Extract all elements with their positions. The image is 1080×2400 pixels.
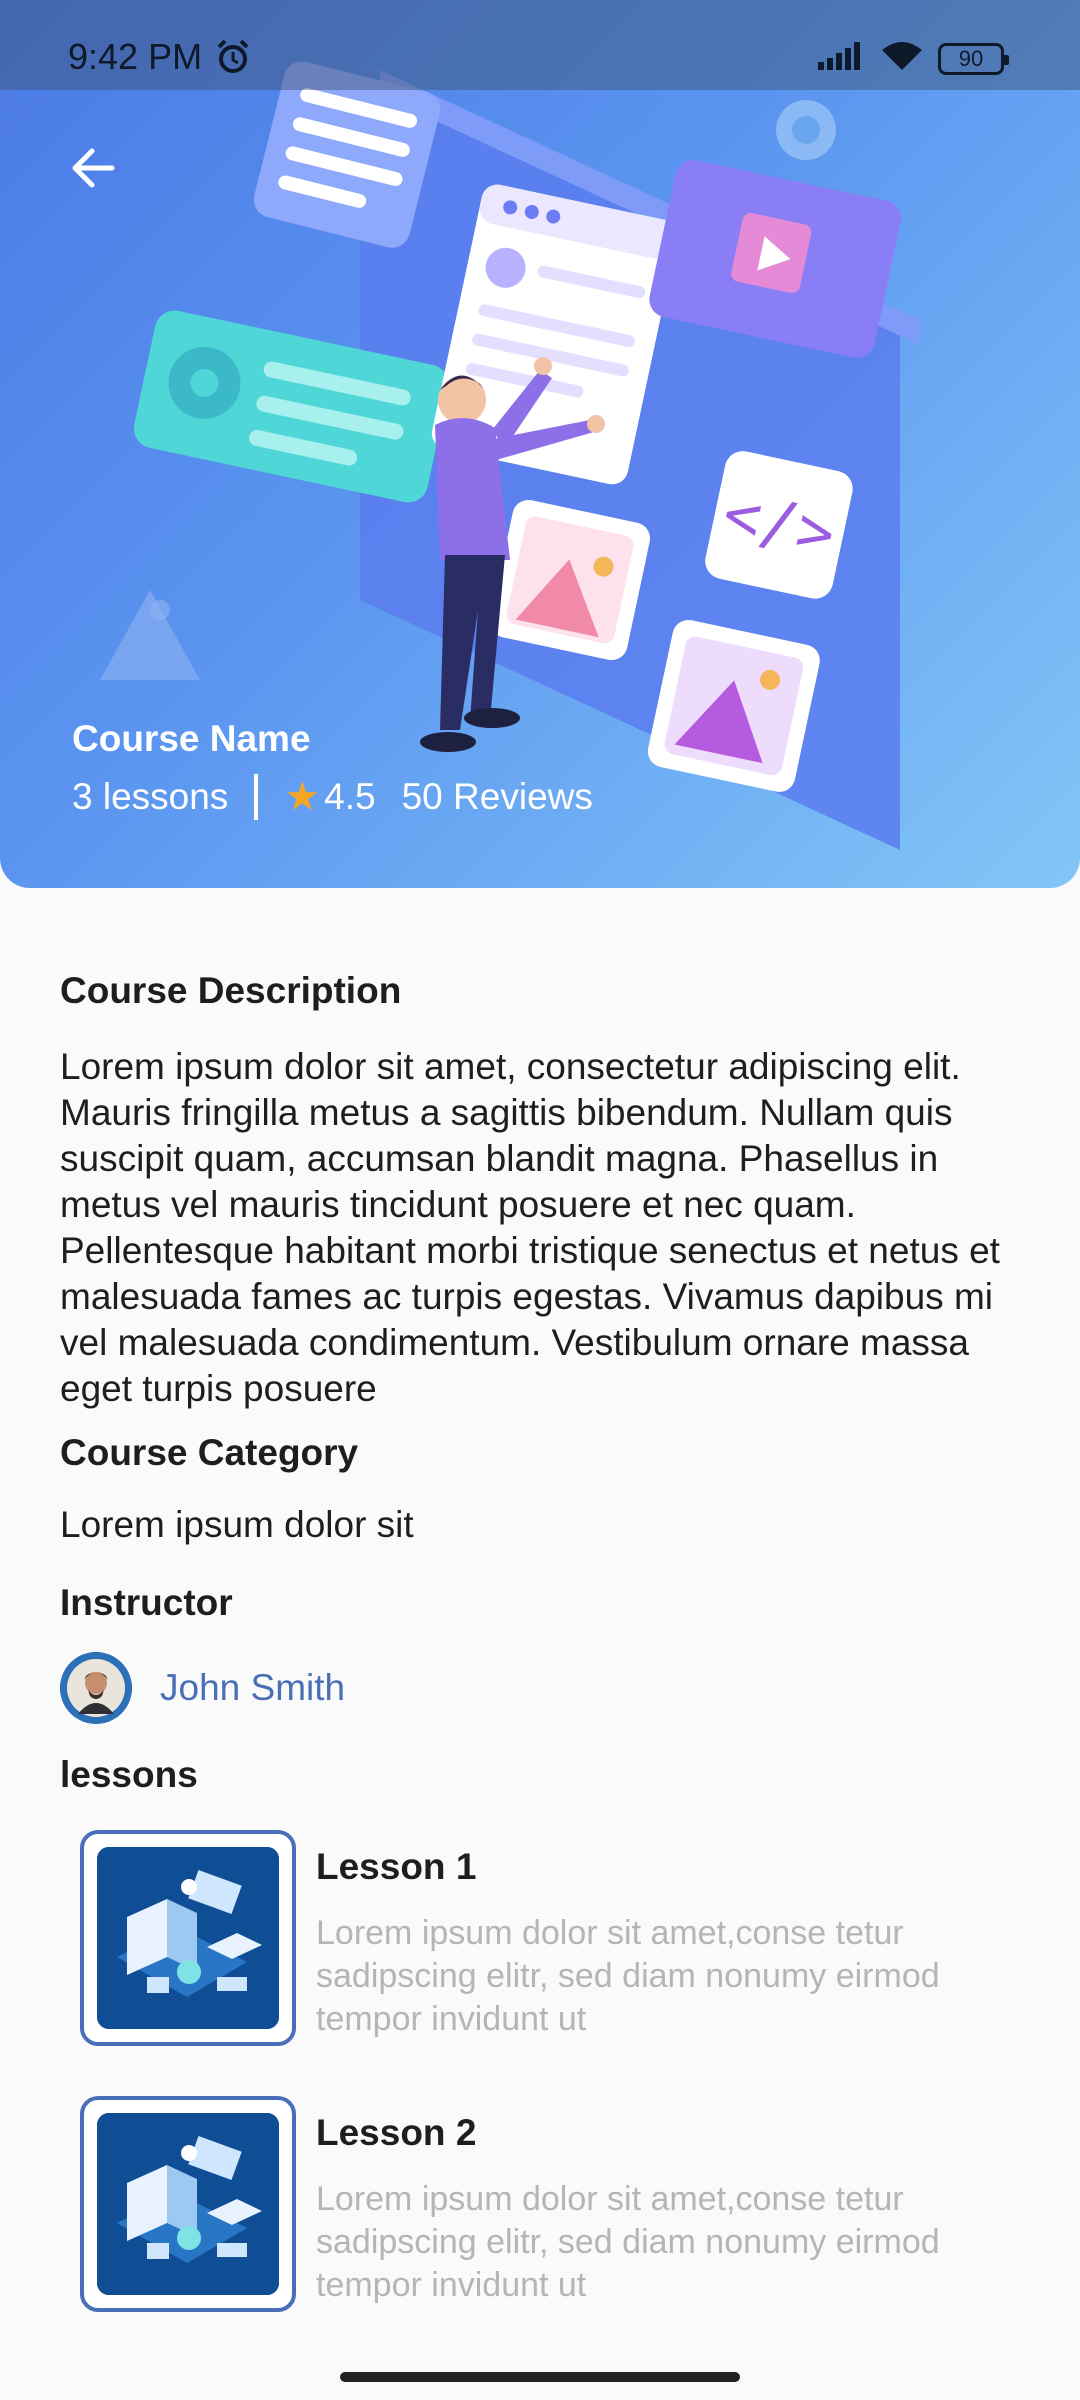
lesson-description: Lorem ipsum dolor sit amet,conse tetur s… — [316, 1914, 940, 2038]
instructor-name[interactable]: John Smith — [160, 1667, 345, 1709]
cell-signal-icon — [818, 42, 866, 75]
lesson-thumbnail-image — [97, 2113, 279, 2295]
course-name: Course Name — [72, 718, 311, 759]
arrow-left-icon — [70, 147, 116, 194]
meta-divider — [254, 774, 259, 820]
alarm-clock-icon — [214, 38, 252, 81]
lesson-info: Lesson 2 Lorem ipsum dolor sit amet,cons… — [316, 2096, 940, 2316]
lesson-description: Lorem ipsum dolor sit amet,conse tetur s… — [316, 2180, 940, 2304]
battery-indicator: 90 — [938, 42, 1009, 75]
description-text: Lorem ipsum dolor sit amet, consectetur … — [60, 1046, 1000, 1409]
status-time: 9:42 PM — [68, 36, 203, 77]
home-indicator[interactable] — [340, 2372, 740, 2382]
avatar — [60, 1652, 132, 1724]
description-heading: Course Description — [60, 970, 402, 1011]
course-detail-screen: </> 9:42 PM 90 Course Name 3 lessons ★ 4… — [0, 0, 1080, 2400]
course-hero-banner: </> 9:42 PM 90 Course Name 3 lessons ★ 4… — [0, 0, 1080, 888]
lesson-thumbnail-image — [97, 1847, 279, 2029]
course-details: Course Description Lorem ipsum dolor sit… — [60, 970, 1020, 1796]
category-heading: Course Category — [60, 1432, 359, 1473]
lessons-count: 3 lessons — [72, 776, 229, 817]
lesson-title: Lesson 1 — [316, 1846, 477, 1887]
instructor-heading: Instructor — [60, 1582, 233, 1623]
lesson-thumbnail — [80, 2096, 296, 2312]
course-meta: 3 lessons ★ 4.5 50 Reviews — [72, 774, 593, 820]
back-button[interactable] — [70, 140, 116, 200]
list-item-lesson-2[interactable]: Lesson 2 Lorem ipsum dolor sit amet,cons… — [80, 2096, 1000, 2316]
reviews-link[interactable]: 50 Reviews — [402, 776, 593, 818]
star-icon: ★ — [284, 775, 321, 819]
status-bar: 9:42 PM 90 — [0, 0, 1080, 90]
instructor-row[interactable]: John Smith — [60, 1652, 1020, 1724]
course-summary: Course Name 3 lessons ★ 4.5 50 Reviews — [72, 718, 593, 820]
lesson-info: Lesson 1 Lorem ipsum dolor sit amet,cons… — [316, 1830, 940, 2050]
lessons-heading: lessons — [60, 1754, 198, 1795]
list-item-lesson-1[interactable]: Lesson 1 Lorem ipsum dolor sit amet,cons… — [80, 1830, 1000, 2050]
battery-level: 90 — [958, 45, 984, 71]
status-icons: 90 — [818, 40, 1009, 77]
category-text: Lorem ipsum dolor sit — [60, 1504, 414, 1545]
wifi-icon — [880, 40, 924, 77]
course-rating: 4.5 — [324, 776, 376, 817]
lesson-thumbnail — [80, 1830, 296, 2046]
lesson-title: Lesson 2 — [316, 2112, 477, 2153]
